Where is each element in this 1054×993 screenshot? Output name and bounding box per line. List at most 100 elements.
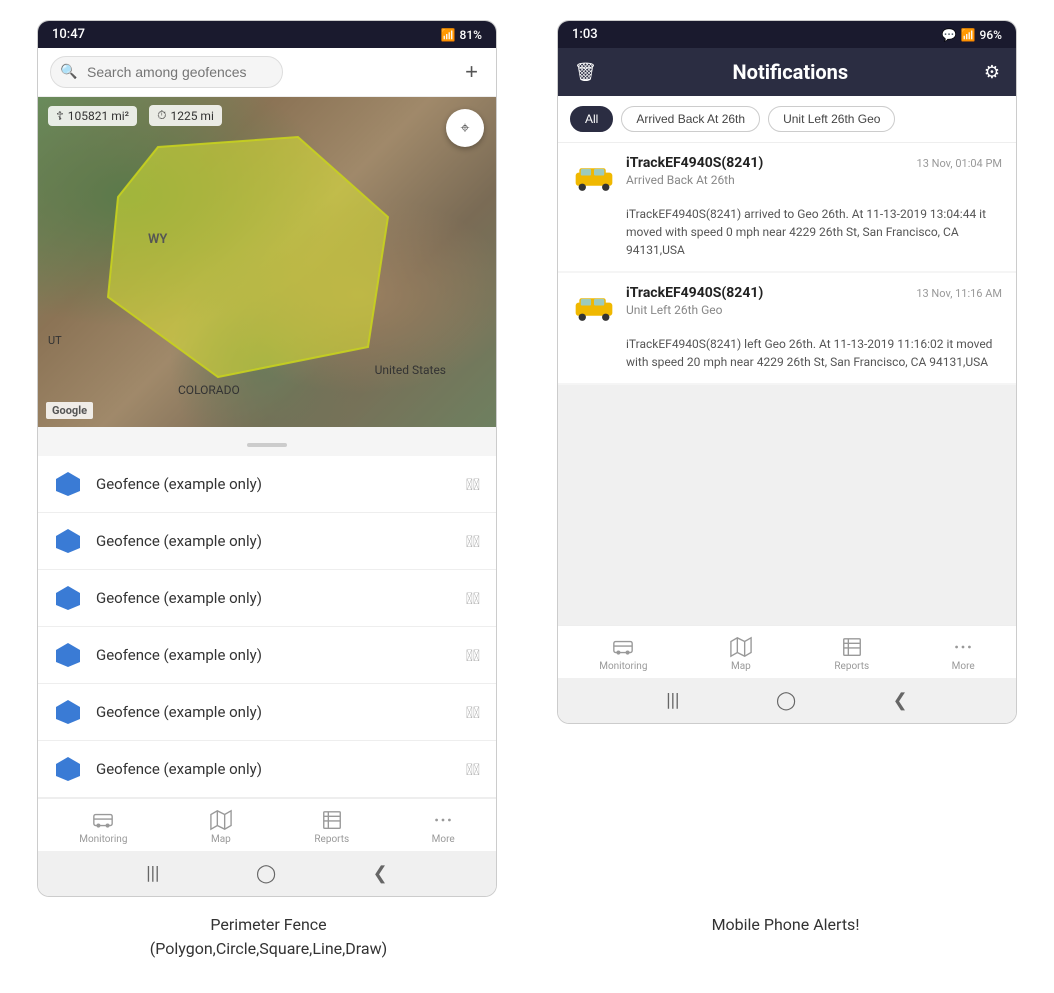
geofence-item[interactable]: Geofence (example only) 👁⃠ (38, 684, 496, 741)
signal-icon: 📶 (961, 28, 976, 42)
geofence-icon (54, 470, 82, 498)
eye-slash-icon[interactable]: 👁⃠ (466, 646, 480, 665)
notification-body: iTrackEF4940S(8241) arrived to Geo 26th.… (626, 205, 1002, 259)
eye-slash-icon[interactable]: 👁⃠ (466, 760, 480, 779)
more-icon (952, 636, 974, 658)
search-input[interactable] (50, 56, 283, 88)
eye-slash-icon[interactable]: 👁⃠ (466, 703, 480, 722)
left-status-bar: 10:47 📶 81% (38, 21, 496, 48)
left-caption-text: Perimeter Fence(Polygon,Circle,Square,Li… (150, 915, 387, 958)
nav-map-label: Map (731, 661, 751, 672)
notifications-title: Notifications (733, 60, 849, 84)
home-button[interactable]: ◯ (256, 863, 276, 884)
map-area[interactable]: ☦ 105821 mi² ⏱ 1225 mi WY United States … (38, 97, 496, 427)
bottom-nav: Monitoring Map Reports More (38, 798, 496, 851)
left-time: 10:47 (52, 27, 85, 42)
eye-slash-icon[interactable]: 👁⃠ (466, 589, 480, 608)
chat-icon: 💬 (942, 28, 957, 42)
nav-map-right[interactable]: Map (730, 636, 752, 672)
notification-meta: iTrackEF4940S(8241) 13 Nov, 01:04 PM Arr… (626, 155, 1002, 187)
notification-device: iTrackEF4940S(8241) (626, 155, 763, 171)
search-wrapper: 🔍 (50, 56, 451, 88)
right-home-button[interactable]: ◯ (776, 690, 796, 711)
geofence-item[interactable]: Geofence (example only) 👁⃠ (38, 513, 496, 570)
map-icon (210, 809, 232, 831)
left-battery: 81% (460, 28, 482, 42)
notification-device-row: iTrackEF4940S(8241) 13 Nov, 11:16 AM (626, 285, 1002, 301)
geofence-icon (54, 698, 82, 726)
nav-more-right[interactable]: More (952, 636, 975, 672)
geofence-icon (54, 641, 82, 669)
eye-slash-icon[interactable]: 👁⃠ (466, 475, 480, 494)
right-battery: 96% (980, 28, 1002, 42)
wifi-icon: 📶 (441, 28, 456, 42)
notification-time: 13 Nov, 01:04 PM (917, 157, 1002, 170)
geofence-label: Geofence (example only) (96, 760, 452, 778)
notification-item[interactable]: iTrackEF4940S(8241) 13 Nov, 01:04 PM Arr… (558, 143, 1016, 271)
bus-icon (612, 636, 634, 658)
geofence-label: Geofence (example only) (96, 589, 452, 607)
right-back-button[interactable]: ❮ (893, 690, 908, 711)
right-recent-apps-button[interactable]: ||| (666, 690, 679, 711)
map-label-co: COLORADO (178, 383, 240, 397)
area-stat: ☦ 105821 mi² (48, 106, 137, 126)
geofence-polygon (78, 117, 408, 397)
notification-body: iTrackEF4940S(8241) left Geo 26th. At 11… (626, 335, 1002, 371)
bus-icon (92, 809, 114, 831)
filter-arrived[interactable]: Arrived Back At 26th (621, 106, 760, 132)
filter-left[interactable]: Unit Left 26th Geo (768, 106, 895, 132)
left-phone: 10:47 📶 81% 🔍 + ☦ (37, 20, 497, 897)
dist-value: 1225 mi (170, 109, 213, 123)
scroll-indicator (38, 427, 496, 456)
nav-more-label: More (952, 661, 975, 672)
notifications-header: 🗑 Notifications ⚙ (558, 48, 1016, 96)
car-icon (572, 292, 616, 322)
area-icon: ☦ (56, 109, 64, 123)
car-icon-wrap (572, 155, 616, 199)
geofence-item[interactable]: Geofence (example only) 👁⃠ (38, 456, 496, 513)
right-caption-text: Mobile Phone Alerts! (712, 915, 860, 934)
notification-item[interactable]: iTrackEF4940S(8241) 13 Nov, 11:16 AM Uni… (558, 273, 1016, 383)
notification-device-row: iTrackEF4940S(8241) 13 Nov, 01:04 PM (626, 155, 1002, 171)
nav-monitoring-right[interactable]: Monitoring (599, 636, 647, 672)
right-status-bar: 1:03 💬 📶 96% (558, 21, 1016, 48)
scroll-bar (247, 443, 287, 447)
car-icon-wrap (572, 285, 616, 329)
nav-reports[interactable]: Reports (314, 809, 349, 845)
filter-bar: All Arrived Back At 26th Unit Left 26th … (558, 96, 1016, 143)
nav-map-label: Map (211, 834, 231, 845)
map-icon (730, 636, 752, 658)
nav-map[interactable]: Map (210, 809, 232, 845)
nav-monitoring[interactable]: Monitoring (79, 809, 127, 845)
add-geofence-button[interactable]: + (459, 57, 484, 87)
nav-more[interactable]: More (432, 809, 455, 845)
geofence-item[interactable]: Geofence (example only) 👁⃠ (38, 570, 496, 627)
right-system-nav: ||| ◯ ❮ (558, 678, 1016, 723)
map-label-us: United States (375, 363, 446, 377)
filter-all[interactable]: All (570, 106, 613, 132)
car-icon (572, 162, 616, 192)
notification-header: iTrackEF4940S(8241) 13 Nov, 01:04 PM Arr… (572, 155, 1002, 199)
geofence-label: Geofence (example only) (96, 532, 452, 550)
dist-icon: ⏱ (157, 108, 166, 123)
geofence-list: Geofence (example only) 👁⃠ Geofence (exa… (38, 456, 496, 798)
recent-apps-button[interactable]: ||| (146, 863, 159, 884)
notification-time: 13 Nov, 11:16 AM (916, 287, 1002, 300)
notifications-list: iTrackEF4940S(8241) 13 Nov, 01:04 PM Arr… (558, 143, 1016, 625)
notification-meta: iTrackEF4940S(8241) 13 Nov, 11:16 AM Uni… (626, 285, 1002, 317)
nav-reports-label: Reports (314, 834, 349, 845)
eye-slash-icon[interactable]: 👁⃠ (466, 532, 480, 551)
nav-more-label: More (432, 834, 455, 845)
geofence-item[interactable]: Geofence (example only) 👁⃠ (38, 627, 496, 684)
geofence-label: Geofence (example only) (96, 646, 452, 664)
back-button[interactable]: ❮ (373, 863, 388, 884)
more-icon (432, 809, 454, 831)
geofence-label: Geofence (example only) (96, 703, 452, 721)
geofence-item[interactable]: Geofence (example only) 👁⃠ (38, 741, 496, 798)
nav-reports-right[interactable]: Reports (834, 636, 869, 672)
navigation-button[interactable]: ⌖ (446, 109, 484, 147)
right-caption: Mobile Phone Alerts! (557, 913, 1014, 961)
search-icon: 🔍 (60, 64, 77, 80)
settings-icon[interactable]: ⚙ (984, 62, 1000, 83)
trash-icon[interactable]: 🗑 (574, 62, 597, 83)
